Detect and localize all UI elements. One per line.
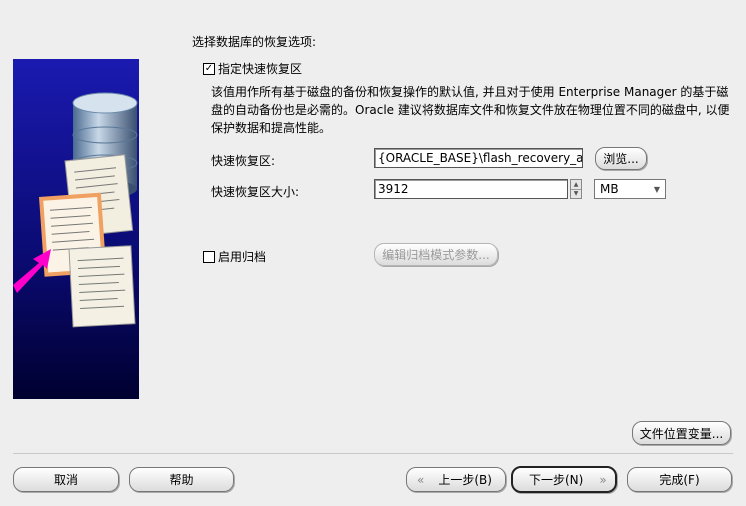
size-unit-select[interactable]: MB ▼ — [594, 179, 666, 199]
cancel-button[interactable]: 取消 — [13, 467, 119, 492]
flash-recovery-size-label: 快速恢复区大小: — [211, 185, 300, 199]
database-illustration — [13, 59, 139, 399]
archive-checkbox-label: 启用归档 — [218, 250, 267, 264]
edit-archive-params-button[interactable]: 编辑归档模式参数... — [374, 243, 498, 266]
archive-checkbox[interactable] — [203, 250, 215, 263]
next-button[interactable]: 下一步(N) » — [511, 466, 617, 493]
flash-recovery-description: 该值用作所有基于磁盘的备份和恢复操作的默认值, 并且对于使用 Enterpris… — [211, 85, 730, 135]
database-documents-illustration-icon — [13, 59, 139, 399]
flash-recovery-size-input[interactable]: 3912 — [374, 179, 568, 199]
flash-recovery-area-label: 快速恢复区: — [211, 154, 276, 168]
section-title: 选择数据库的恢复选项: — [192, 35, 317, 49]
back-button-label: 上一步(B) — [438, 473, 492, 487]
stepper-up-icon[interactable]: ▲ — [571, 180, 581, 189]
archive-checkbox-row[interactable]: 启用归档 — [203, 248, 266, 265]
stepper-down-icon[interactable]: ▼ — [571, 188, 581, 199]
left-chevron-icon: « — [417, 472, 425, 487]
right-chevron-icon: » — [599, 472, 607, 487]
size-stepper[interactable]: ▲ ▼ — [570, 179, 582, 199]
flash-recovery-area-input[interactable]: {ORACLE_BASE}\flash_recovery_area — [374, 148, 583, 168]
footer-separator — [13, 453, 733, 454]
flash-recovery-checkbox[interactable]: ✓ — [203, 62, 215, 75]
next-button-label: 下一步(N) — [529, 473, 584, 487]
size-unit-value: MB — [600, 182, 619, 196]
flash-recovery-checkbox-row[interactable]: ✓ 指定快速恢复区 — [203, 60, 302, 77]
back-button[interactable]: « 上一步(B) — [406, 467, 506, 492]
finish-button[interactable]: 完成(F) — [627, 467, 732, 492]
file-location-variables-button[interactable]: 文件位置变量... — [632, 421, 731, 445]
flash-recovery-checkbox-label: 指定快速恢复区 — [218, 62, 303, 76]
browse-button[interactable]: 浏览... — [595, 147, 647, 170]
triangle-down-icon: ▼ — [653, 184, 660, 194]
help-button[interactable]: 帮助 — [129, 467, 234, 492]
